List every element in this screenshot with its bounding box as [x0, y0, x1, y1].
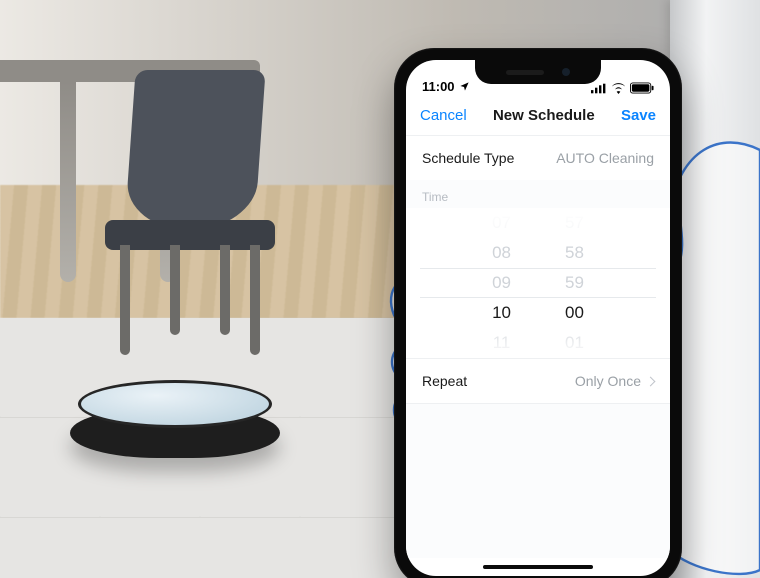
- phone-notch: [475, 60, 601, 84]
- page-title: New Schedule: [493, 107, 595, 124]
- battery-icon: [630, 82, 654, 94]
- empty-area: [406, 404, 670, 558]
- cancel-button[interactable]: Cancel: [420, 107, 467, 124]
- schedule-type-value: AUTO Cleaning: [556, 150, 654, 166]
- cellular-signal-icon: [591, 83, 607, 94]
- repeat-label: Repeat: [422, 373, 467, 389]
- hour-wheel[interactable]: 07 08 09 10 11 12 13: [492, 208, 511, 358]
- phone-screen: 11:00 Canc: [406, 60, 670, 576]
- repeat-value: Only Once: [575, 373, 641, 389]
- product-scene: 11:00 Canc: [0, 0, 760, 578]
- minute-wheel[interactable]: 57 58 59 00 01 02 03: [565, 208, 584, 358]
- chevron-right-icon: [646, 376, 656, 386]
- time-section-header: Time: [406, 180, 670, 208]
- schedule-type-row[interactable]: Schedule Type AUTO Cleaning: [406, 136, 670, 180]
- hour-selected: 10: [492, 298, 511, 328]
- robot-vacuum: [70, 380, 280, 458]
- background-door-frame: [670, 0, 760, 578]
- picker-selection-indicator: [420, 268, 656, 298]
- home-indicator[interactable]: [406, 558, 670, 576]
- phone-device-frame: 11:00 Canc: [394, 48, 682, 578]
- schedule-type-label: Schedule Type: [422, 150, 514, 166]
- time-picker[interactable]: 07 08 09 10 11 12 13 57 58 59 00 01 02 0…: [406, 208, 670, 358]
- save-button[interactable]: Save: [621, 107, 656, 124]
- wifi-icon: [611, 83, 626, 94]
- repeat-row[interactable]: Repeat Only Once: [406, 358, 670, 404]
- status-time: 11:00: [422, 79, 455, 94]
- location-icon: [459, 81, 470, 92]
- nav-bar: Cancel New Schedule Save: [406, 96, 670, 136]
- dining-chair: [100, 70, 290, 330]
- table-leg: [60, 82, 76, 282]
- minute-selected: 00: [565, 298, 584, 328]
